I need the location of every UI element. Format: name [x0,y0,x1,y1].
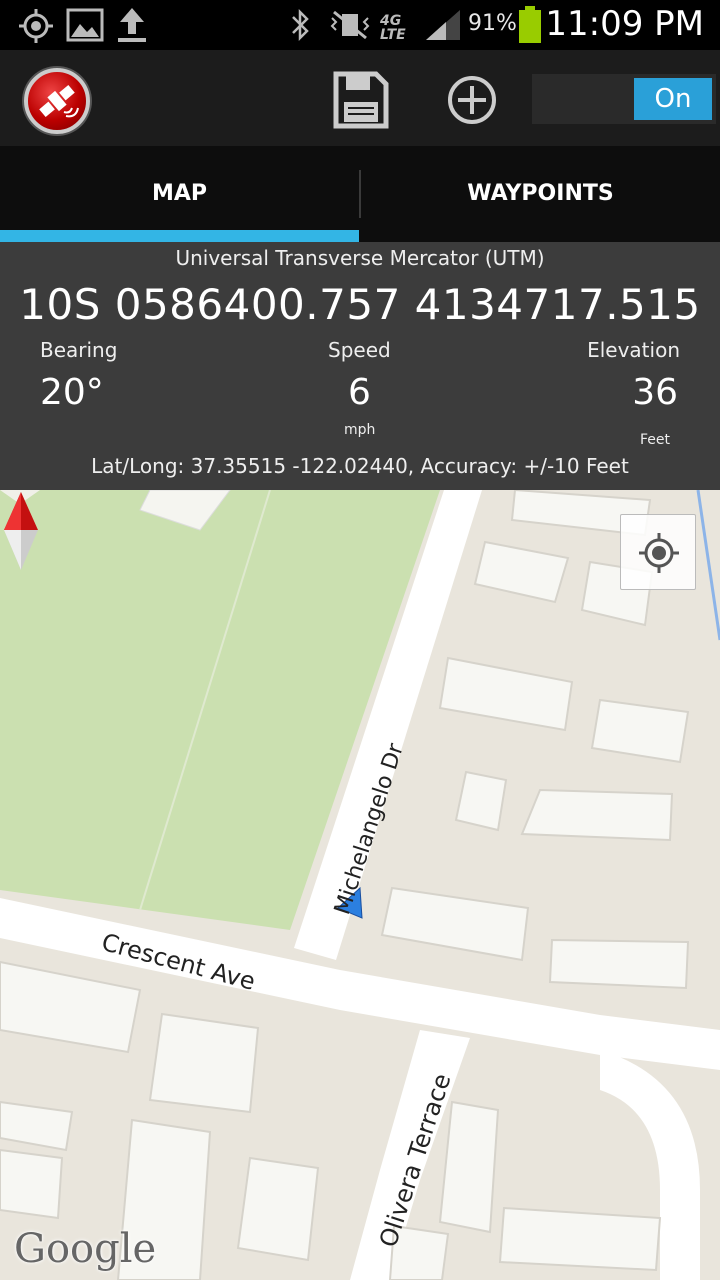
speed-value: 6 [348,372,371,413]
speed-unit: mph [344,422,376,438]
gps-icon [19,9,53,43]
elevation-unit: Feet [639,432,670,448]
coordinate-value: 10S 0586400.757 4134717.515 [19,280,701,329]
network-label: 4G LTE [380,13,406,43]
elevation-label: Elevation [587,338,680,362]
tab-waypoints[interactable]: WAYPOINTS [361,146,720,242]
status-bar: 4G LTE 91% 11:09 PM [0,0,720,50]
active-tab-indicator [0,230,359,242]
bearing-value: 20° [40,372,104,413]
save-icon[interactable] [330,70,390,130]
action-bar: On [0,50,720,146]
tab-map[interactable]: MAP [0,146,359,242]
battery-icon [519,6,541,43]
satellite-icon [39,84,79,118]
my-location-button[interactable] [620,514,696,590]
vibrate-mute-icon [330,10,370,40]
tab-bar: MAP WAYPOINTS [0,146,720,242]
crosshair-icon [639,533,679,573]
google-attribution: Google [14,1226,157,1272]
speed-label: Speed [328,338,391,362]
upload-icon [118,8,146,42]
bearing-label: Bearing [40,338,118,362]
map-view[interactable]: Michelangelo Dr Crescent Ave Olivera Ter… [0,490,720,1280]
signal-icon [426,10,460,40]
satellite-logo-icon[interactable] [24,68,90,134]
location-info-panel: Universal Transverse Mercator (UTM) 10S … [0,242,720,490]
bluetooth-icon [292,8,309,42]
coordinate-system-label: Universal Transverse Mercator (UTM) [175,246,545,270]
clock: 11:09 PM [545,4,704,44]
lat-long-accuracy: Lat/Long: 37.35515 -122.02440, Accuracy:… [91,454,629,478]
toggle-on-label: On [634,78,712,120]
tracking-toggle[interactable]: On [532,74,716,124]
elevation-value: 36 [632,372,678,413]
add-waypoint-icon[interactable] [444,72,500,128]
compass-icon[interactable] [0,490,42,572]
image-icon [66,8,104,42]
battery-percent: 91% [468,11,517,36]
